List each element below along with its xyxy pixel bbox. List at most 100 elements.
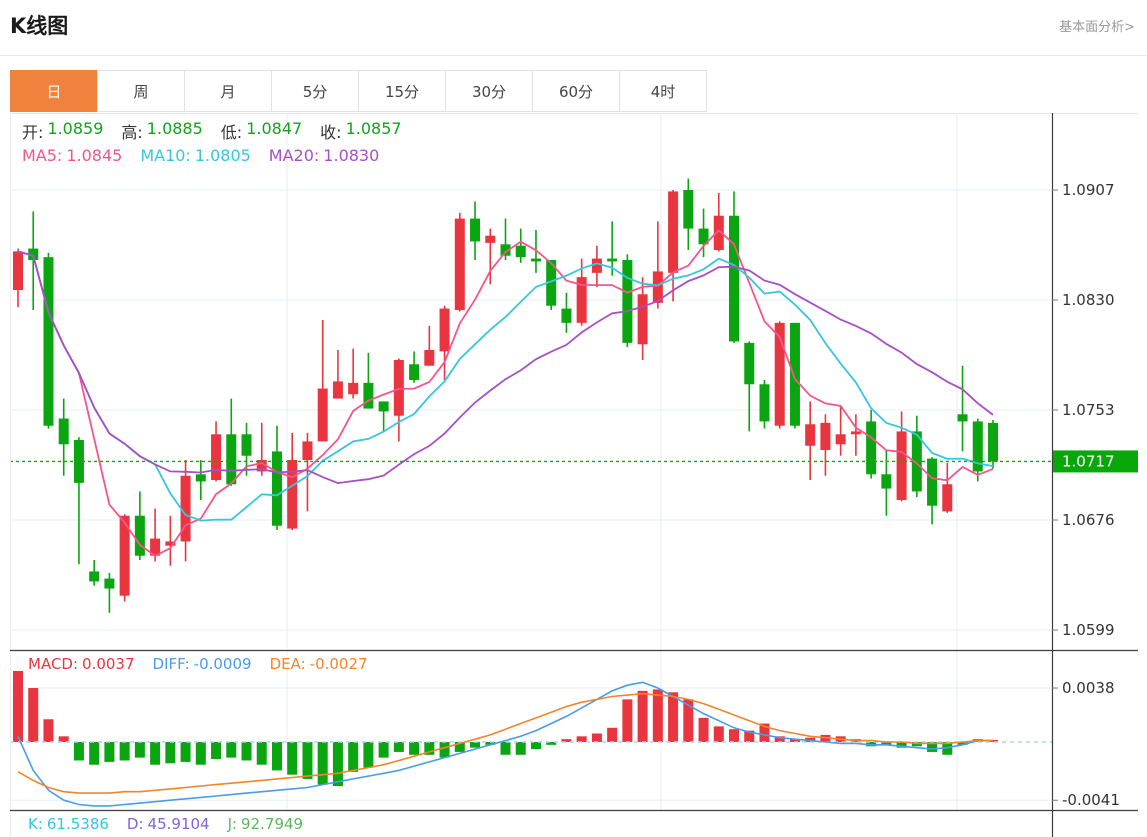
legend-item-k: K: 61.5386	[28, 815, 109, 833]
candle-body	[393, 360, 404, 416]
current-price-tag-label: 1.0717	[1062, 452, 1115, 470]
macd-hist-bar	[576, 736, 587, 742]
legend-kdj: K: 61.5386 D: 45.9104 J: 92.7949	[28, 815, 321, 833]
legend-item-close: 收: 1.0857	[320, 119, 402, 142]
macd-hist-bar	[729, 729, 740, 742]
candle-body	[317, 388, 328, 442]
candle-body	[485, 235, 496, 243]
candle-body	[409, 364, 420, 380]
legend-item-ma5: MA5: 1.0845	[22, 146, 123, 165]
candle-body	[957, 414, 968, 422]
legend-ohlc: 开: 1.0859 高: 1.0885 低: 1.0847 收: 1.0857	[22, 119, 420, 143]
axis-tick-label: 1.0907	[1062, 181, 1115, 199]
macd-hist-bar	[226, 742, 237, 758]
candle-body	[988, 422, 998, 462]
candle-body	[850, 431, 861, 435]
candle-body	[58, 418, 69, 445]
macd-hist-bar	[500, 742, 511, 755]
macd-hist-bar	[332, 742, 343, 787]
axis-tick-label: 1.0830	[1062, 291, 1115, 309]
candle-body	[622, 260, 633, 343]
legend-item-low: 低: 1.0847	[220, 119, 303, 142]
legend-item-diff: DIFF: -0.0009	[152, 655, 252, 673]
macd-hist-bar	[150, 742, 161, 765]
axis-tick-label: 1.0753	[1062, 401, 1115, 419]
candle-body	[835, 434, 846, 445]
candle-body	[942, 484, 953, 512]
candle-body	[607, 258, 618, 262]
macd-hist-bar	[652, 689, 663, 742]
axis-tick-label: 1.0676	[1062, 511, 1115, 529]
macd-hist-bar	[43, 719, 54, 742]
candle-body	[927, 458, 938, 506]
candle-body	[43, 257, 54, 426]
macd-hist-bar	[271, 742, 282, 771]
macd-hist-bar	[211, 742, 222, 760]
macd-hist-bar	[317, 742, 328, 785]
candle-body	[302, 441, 313, 460]
candle-body	[683, 190, 694, 229]
macd-hist-bar	[28, 688, 39, 742]
macd-hist-bar	[409, 742, 420, 755]
candle-body	[866, 421, 877, 475]
candle-body	[348, 382, 359, 395]
candle-body	[454, 218, 465, 310]
macd-hist-bar	[439, 742, 450, 758]
legend-macd: MACD: 0.0037 DIFF: -0.0009 DEA: -0.0027	[28, 655, 386, 673]
legend-ma: MA5: 1.0845 MA10: 1.0805 MA20: 1.0830	[22, 146, 397, 165]
macd-hist-bar	[668, 692, 679, 742]
macd-hist-bar	[180, 742, 191, 762]
candle-body	[470, 218, 481, 242]
candle-body	[591, 258, 602, 273]
candle-body	[226, 434, 237, 485]
candle-body	[439, 308, 450, 352]
macd-hist-bar	[348, 742, 359, 772]
candle-body	[104, 578, 115, 589]
macd-hist-bar	[622, 699, 633, 742]
candle-body	[271, 451, 282, 526]
candle-body	[805, 424, 816, 446]
legend-item-macd: MACD: 0.0037	[28, 655, 135, 673]
legend-item-open: 开: 1.0859	[22, 119, 104, 142]
candle-body	[789, 322, 800, 426]
ma5-line	[17, 229, 994, 558]
candle-body	[668, 191, 679, 273]
candle-body	[241, 434, 252, 456]
ma20-line	[17, 250, 994, 485]
candle-body	[13, 251, 23, 290]
candle-body	[744, 342, 755, 385]
macd-hist-bar	[470, 742, 481, 748]
macd-hist-bar	[58, 736, 69, 742]
candle-body	[195, 474, 206, 482]
macd-hist-bar	[698, 717, 709, 742]
candle-body	[896, 431, 907, 500]
legend-item-j: J: 92.7949	[227, 815, 304, 833]
candle-body	[424, 350, 435, 366]
candle-body	[89, 571, 100, 582]
candle-body	[363, 382, 374, 409]
macd-hist-bar	[13, 670, 23, 742]
axis-tick-label: 1.0599	[1062, 621, 1115, 639]
macd-hist-bar	[713, 726, 724, 742]
macd-hist-bar	[195, 742, 206, 765]
legend-item-d: D: 45.9104	[126, 815, 210, 833]
candle-body	[729, 215, 740, 342]
candle-body	[530, 258, 541, 262]
macd-hist-bar	[363, 742, 374, 768]
axis-tick-label: -0.0041	[1062, 791, 1120, 809]
macd-hist-bar	[287, 742, 298, 775]
macd-hist-bar	[89, 742, 100, 765]
macd-hist-bar	[302, 742, 313, 779]
macd-hist-bar	[165, 742, 176, 764]
candle-body	[881, 474, 892, 489]
legend-item-ma10: MA10: 1.0805	[140, 146, 251, 165]
candle-body	[637, 294, 648, 345]
axis-tick-label: 0.0038	[1062, 679, 1115, 697]
candle-body	[287, 460, 298, 529]
macd-hist-bar	[530, 742, 541, 750]
candle-body	[820, 422, 831, 450]
macd-hist-bar	[393, 742, 404, 752]
macd-hist-bar	[637, 690, 648, 742]
macd-hist-bar	[104, 742, 115, 762]
candle-body	[561, 308, 572, 323]
